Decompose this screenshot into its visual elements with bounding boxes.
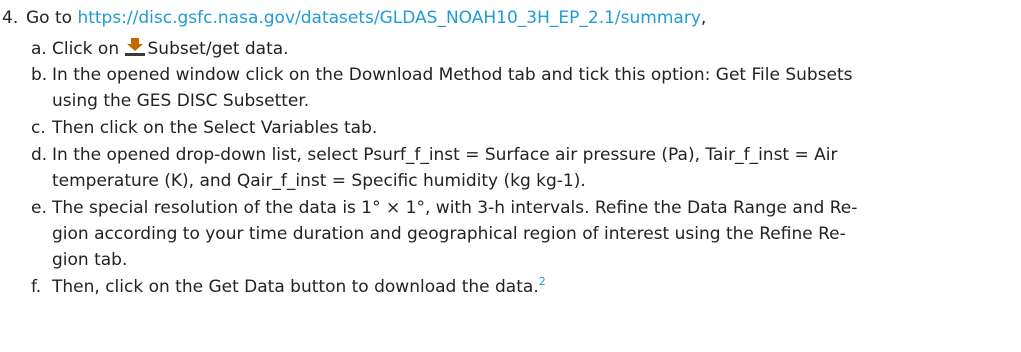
substep-line: temperature (K), and Qair_f_inst = Speci… (52, 171, 586, 191)
substep-line: gion tab. (52, 250, 128, 270)
substep-letter: d. (31, 145, 48, 165)
substep-letter: c. (31, 118, 46, 138)
step-number: 4. (2, 8, 19, 28)
substep-text: Click on (52, 39, 125, 59)
substep-letter: b. (31, 65, 48, 85)
substep-line: In the opened window click on the Downlo… (52, 65, 853, 85)
footnote-link[interactable]: 2 (539, 275, 546, 288)
substep-line: using the GES DISC Subsetter. (52, 91, 310, 111)
substep-line: gion according to your time duration and… (52, 224, 846, 244)
substep-text: Subset/get data. (147, 39, 289, 59)
substep-line: The special resolution of the data is 1°… (52, 198, 858, 218)
substep-line: Then, click on the Get Data button to do… (52, 274, 546, 300)
step-prefix: Go to (26, 8, 78, 28)
dataset-url-link[interactable]: https://disc.gsfc.nasa.gov/datasets/GLDA… (77, 8, 700, 28)
substep-letter: e. (31, 198, 47, 218)
substep-line: Then click on the Select Variables tab. (52, 118, 378, 138)
step-text: Go to https://disc.gsfc.nasa.gov/dataset… (26, 5, 706, 31)
substep-line: Click on Subset/get data. (52, 36, 289, 62)
substep-line: In the opened drop-down list, select Psu… (52, 145, 838, 165)
substep-text: Then, click on the Get Data button to do… (52, 277, 539, 297)
step-suffix: , (700, 8, 707, 28)
substep-letter: f. (31, 277, 42, 297)
download-icon (124, 38, 145, 56)
substep-letter: a. (31, 39, 47, 59)
